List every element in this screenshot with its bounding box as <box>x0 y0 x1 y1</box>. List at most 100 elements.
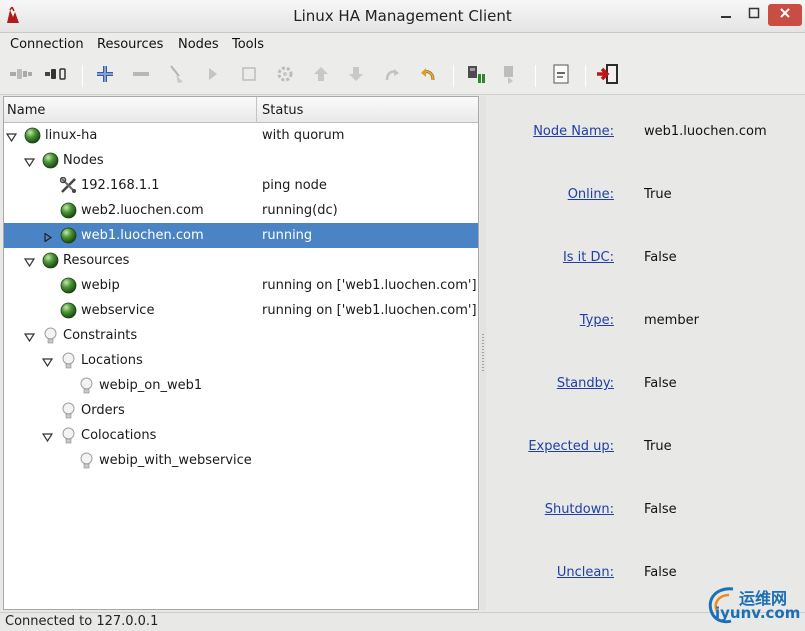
menu-connection[interactable]: Connection <box>10 37 84 52</box>
redo-icon <box>383 65 401 87</box>
tree-row-label: web2.luochen.com <box>81 203 204 218</box>
detail-value: True <box>644 439 672 454</box>
tree-row[interactable]: web2.luochen.com running(dc) <box>4 198 478 223</box>
tree-row-status: running(dc) <box>262 203 338 218</box>
green-ball-icon <box>42 252 59 269</box>
start-button[interactable] <box>201 64 225 88</box>
close-icon <box>779 7 791 23</box>
disconnect-icon <box>44 66 68 86</box>
view-xml-button[interactable] <box>549 64 573 88</box>
menu-tools[interactable]: Tools <box>232 37 264 52</box>
expander-down-icon[interactable] <box>5 131 18 143</box>
minimize-icon <box>720 7 732 23</box>
tree-row[interactable]: Constraints <box>4 323 478 348</box>
detail-value: False <box>644 502 677 517</box>
connect-button[interactable] <box>9 64 33 88</box>
add-icon <box>96 65 114 87</box>
toolbar-separator <box>585 65 586 87</box>
connection-status: Connected to 127.0.0.1 <box>5 614 159 629</box>
window-title: Linux HA Management Client <box>293 7 512 25</box>
menu-nodes[interactable]: Nodes <box>178 37 219 52</box>
remove-button[interactable] <box>129 64 153 88</box>
move-up-icon <box>312 65 330 87</box>
detail-value: member <box>644 313 699 328</box>
tree-row-label: Locations <box>81 353 143 368</box>
column-divider[interactable] <box>256 97 257 123</box>
tree-row[interactable]: webip_on_web1 <box>4 373 478 398</box>
minimize-button[interactable] <box>712 4 740 26</box>
exit-button[interactable] <box>596 64 620 88</box>
green-ball-icon <box>60 202 77 219</box>
expander-down-icon[interactable] <box>41 431 54 443</box>
expander-down-icon[interactable] <box>41 356 54 368</box>
green-ball-icon <box>60 227 77 244</box>
add-button[interactable] <box>93 64 117 88</box>
move-up-button[interactable] <box>309 64 333 88</box>
detail-label[interactable]: Is it DC: <box>563 250 614 265</box>
menu-bar: Connection Resources Nodes Tools <box>0 33 805 57</box>
maximize-icon <box>748 7 760 23</box>
tree-row[interactable]: linux-ha with quorum <box>4 123 478 148</box>
cleanup-icon <box>167 64 187 88</box>
tree-row[interactable]: web1.luochen.com running <box>4 223 478 248</box>
expander-right-icon[interactable] <box>42 231 53 243</box>
cleanup-button[interactable] <box>165 64 189 88</box>
detail-value: True <box>644 187 672 202</box>
tree-row-label: 192.168.1.1 <box>81 178 160 193</box>
detail-value: False <box>644 376 677 391</box>
tree-row-label: Constraints <box>63 328 138 343</box>
detail-label[interactable]: Standby: <box>557 376 614 391</box>
detail-value: False <box>644 565 677 580</box>
expander-down-icon[interactable] <box>23 331 36 343</box>
detail-value: web1.luochen.com <box>644 124 767 139</box>
detail-label[interactable]: Shutdown: <box>545 502 614 517</box>
detail-label[interactable]: Node Name: <box>533 124 614 139</box>
stop-button[interactable] <box>237 64 261 88</box>
detail-label[interactable]: Unclean: <box>557 565 614 580</box>
tree-row-status: running <box>262 228 313 243</box>
expander-down-icon[interactable] <box>23 156 36 168</box>
menu-resources[interactable]: Resources <box>97 37 163 52</box>
move-down-button[interactable] <box>344 64 368 88</box>
tools-icon <box>59 176 77 194</box>
tree-row-label: Colocations <box>81 428 157 443</box>
start-icon <box>206 66 220 86</box>
detail-label[interactable]: Expected up: <box>528 439 614 454</box>
detail-label[interactable]: Online: <box>568 187 614 202</box>
tree-row[interactable]: Orders <box>4 398 478 423</box>
tree-row[interactable]: Colocations <box>4 423 478 448</box>
light-bulb-icon <box>78 377 95 394</box>
tree-row[interactable]: Resources <box>4 248 478 273</box>
tree-row[interactable]: webip_with_webservice <box>4 448 478 473</box>
toolbar-separator <box>535 65 536 87</box>
status-bar: Connected to 127.0.0.1 <box>0 612 805 631</box>
expander-down-icon[interactable] <box>23 256 36 268</box>
tree-row-label: linux-ha <box>45 128 98 143</box>
column-header-status[interactable]: Status <box>262 103 303 118</box>
splitter-grip[interactable] <box>482 334 484 372</box>
tree-row-status: ping node <box>262 178 327 193</box>
close-button[interactable] <box>768 4 802 26</box>
redo-button[interactable] <box>380 64 404 88</box>
tree-row[interactable]: webservice running on ['web1.luochen.com'… <box>4 298 478 323</box>
migrate-button[interactable] <box>273 64 297 88</box>
tree-row[interactable]: 192.168.1.1 ping node <box>4 173 478 198</box>
standby-button[interactable] <box>463 64 487 88</box>
tree-row[interactable]: webip running on ['web1.luochen.com'] <box>4 273 478 298</box>
remove-icon <box>132 65 150 87</box>
stop-icon <box>241 66 257 86</box>
tree-row-status: running on ['web1.luochen.com'] <box>262 278 477 293</box>
column-header-name[interactable]: Name <box>7 103 45 118</box>
undo-button[interactable] <box>416 64 440 88</box>
tree-row[interactable]: Locations <box>4 348 478 373</box>
disconnect-button[interactable] <box>44 64 68 88</box>
detail-label[interactable]: Type: <box>580 313 614 328</box>
standby-icon <box>465 64 485 88</box>
connect-icon <box>9 66 33 86</box>
green-ball-icon <box>24 127 41 144</box>
maximize-button[interactable] <box>740 4 768 26</box>
cluster-tree[interactable]: Name Status linux-ha with quorum Nodes 192.… <box>3 96 479 610</box>
active-button[interactable] <box>498 64 522 88</box>
tree-row-label: web1.luochen.com <box>81 228 204 243</box>
tree-row[interactable]: Nodes <box>4 148 478 173</box>
